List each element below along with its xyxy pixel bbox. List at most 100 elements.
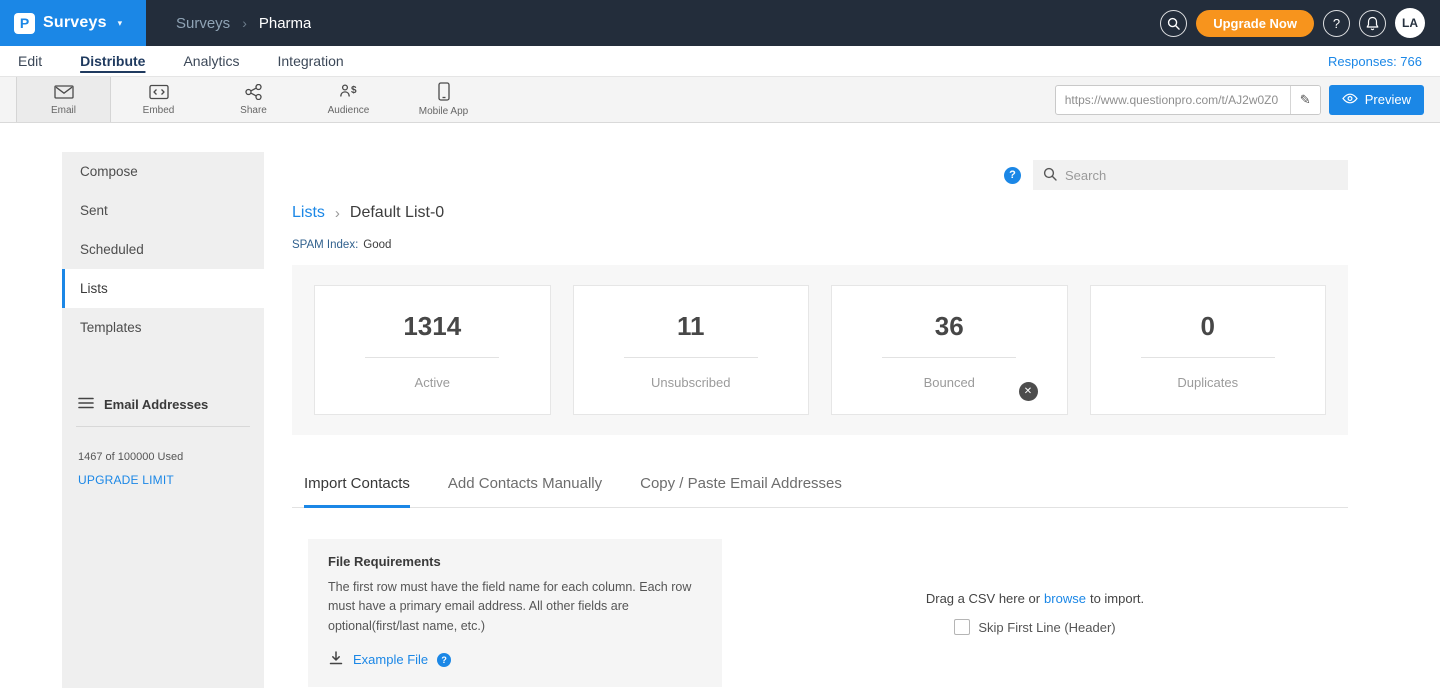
skip-first-line-row: Skip First Line (Header) [954,619,1115,635]
browse-link[interactable]: browse [1044,591,1086,606]
upgrade-limit-link[interactable]: UPGRADE LIMIT [62,463,264,487]
chevron-down-icon: ▾ [118,18,123,29]
spam-index: SPAM Index: Good [292,239,1348,251]
stat-value: 11 [677,311,705,342]
edit-url-pencil-icon[interactable]: ✎ [1290,86,1320,114]
share-icon [244,84,263,103]
survey-nav-tabs: Edit Distribute Analytics Integration Re… [0,46,1440,76]
spam-index-label: SPAM Index: [292,239,358,251]
stat-divider [882,357,1016,358]
drop-text-post: to import. [1090,591,1144,606]
search-icon[interactable] [1160,10,1187,37]
stat-value: 0 [1201,311,1215,342]
tab-distribute[interactable]: Distribute [80,53,145,69]
list-toolbar: ? [292,160,1348,190]
file-requirements-body: The first row must have the field name f… [328,578,693,636]
email-addresses-header: Email Addresses [76,397,250,427]
questionpro-logo: P [14,13,35,34]
stat-label: Active [415,375,450,390]
example-file-row: Example File ? [328,650,702,669]
tab-import-contacts[interactable]: Import Contacts [304,475,410,508]
email-addresses-label: Email Addresses [104,397,208,412]
email-sidebar: Compose Sent Scheduled Lists Templates E… [62,152,264,688]
file-requirements-title: File Requirements [328,554,702,569]
topbar-actions: Upgrade Now ? LA [1160,8,1440,38]
list-stats: 1314 Active 11 Unsubscribed 36 Bounced ✕… [292,265,1348,435]
channel-label: Share [240,105,267,116]
stat-label: Bounced [924,375,975,390]
topbar-breadcrumb: Surveys › Pharma [176,15,311,32]
survey-url-box: ✎ [1055,85,1321,115]
tab-analytics[interactable]: Analytics [183,53,239,69]
example-file-link[interactable]: Example File [353,652,428,667]
list-detail-panel: ? Lists › Default List-0 SPAM Index: Goo… [264,152,1378,688]
channel-label: Email [51,105,76,116]
email-addresses-section: Email Addresses 1467 of 100000 Used UPGR… [62,397,264,487]
upgrade-now-button[interactable]: Upgrade Now [1196,10,1314,37]
lists-link[interactable]: Lists [292,204,325,222]
list-lines-icon [78,397,94,412]
avatar[interactable]: LA [1395,8,1425,38]
csv-drop-zone[interactable]: Drag a CSV here or browse to import. Ski… [722,539,1348,687]
channel-list: Email Embed Share $ Audience Mobile App [16,77,491,122]
tab-integration[interactable]: Integration [278,53,344,69]
product-name: Surveys [43,14,107,32]
survey-url-input[interactable] [1056,86,1290,114]
content: Compose Sent Scheduled Lists Templates E… [62,152,1378,688]
download-icon [328,650,344,669]
preview-button[interactable]: Preview [1329,85,1424,115]
channel-email[interactable]: Email [16,77,111,122]
product-switcher[interactable]: P Surveys ▾ [0,0,146,46]
help-circle-icon[interactable]: ? [1004,167,1021,184]
breadcrumb-separator: › [242,15,247,31]
contacts-search-input[interactable] [1065,168,1338,183]
sidebar-item-templates[interactable]: Templates [62,308,264,347]
stat-card-unsubscribed: 11 Unsubscribed [573,285,810,415]
channel-label: Embed [143,105,175,116]
responses-count: Responses: 766 [1328,54,1422,69]
stat-divider [1141,357,1275,358]
breadcrumb-separator: › [335,205,340,222]
help-icon[interactable]: ? [1323,10,1350,37]
channel-embed[interactable]: Embed [111,77,206,122]
stat-divider [624,357,758,358]
channel-share[interactable]: Share [206,77,301,122]
skip-first-line-checkbox[interactable] [954,619,970,635]
eye-icon [1342,92,1358,107]
audience-icon: $ [338,83,360,103]
stat-card-active: 1314 Active [314,285,551,415]
topbar: P Surveys ▾ Surveys › Pharma Upgrade Now… [0,0,1440,46]
sidebar-item-scheduled[interactable]: Scheduled [62,230,264,269]
contact-tabs: Import Contacts Add Contacts Manually Co… [292,475,1348,508]
stat-value: 36 [935,311,964,342]
tab-edit[interactable]: Edit [18,53,42,69]
stat-value: 1314 [403,311,461,342]
stat-card-bounced: 36 Bounced ✕ [831,285,1068,415]
notifications-bell-icon[interactable] [1359,10,1386,37]
breadcrumb-surveys-link[interactable]: Surveys [176,15,230,32]
tab-copy-paste-email-addresses[interactable]: Copy / Paste Email Addresses [640,475,842,508]
channel-mobile-app[interactable]: Mobile App [396,77,491,122]
skip-first-line-label: Skip First Line (Header) [978,620,1115,635]
clear-bounced-icon[interactable]: ✕ [1019,382,1038,401]
sidebar-item-sent[interactable]: Sent [62,191,264,230]
drop-instruction: Drag a CSV here or browse to import. [926,591,1144,606]
drop-text-pre: Drag a CSV here or [926,591,1040,606]
svg-text:$: $ [351,85,357,96]
stat-label: Unsubscribed [651,375,731,390]
contacts-search [1033,160,1348,190]
stat-divider [365,357,499,358]
file-requirements-box: File Requirements The first row must hav… [308,539,722,687]
mobile-app-icon [438,82,450,104]
tab-add-contacts-manually[interactable]: Add Contacts Manually [448,475,602,508]
sidebar-item-compose[interactable]: Compose [62,152,264,191]
channel-audience[interactable]: $ Audience [301,77,396,122]
example-file-help-icon[interactable]: ? [437,653,451,667]
email-icon [54,84,74,103]
distribute-toolbar: Email Embed Share $ Audience Mobile App [0,76,1440,123]
breadcrumb-current-survey: Pharma [259,15,312,32]
stat-card-duplicates: 0 Duplicates [1090,285,1327,415]
sidebar-item-lists[interactable]: Lists [62,269,264,308]
search-icon [1043,167,1057,184]
import-contacts-panel: File Requirements The first row must hav… [292,539,1348,687]
